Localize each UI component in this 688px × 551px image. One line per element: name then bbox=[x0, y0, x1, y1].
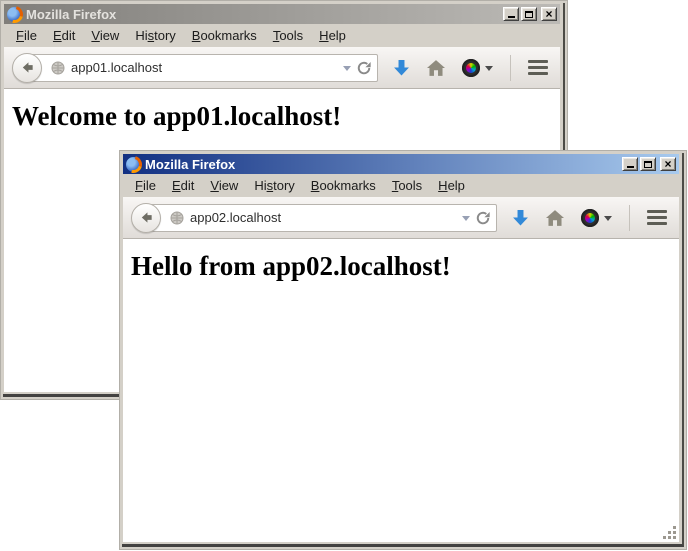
dropdown-arrow-icon bbox=[485, 66, 493, 75]
urlbar-dropdown-icon[interactable] bbox=[462, 216, 470, 225]
window-controls: × bbox=[503, 7, 557, 21]
minimize-icon bbox=[627, 166, 634, 168]
reload-icon bbox=[357, 61, 371, 75]
url-text[interactable]: app02.localhost bbox=[190, 210, 456, 225]
page-content: Hello from app02.localhost! bbox=[123, 239, 679, 542]
menu-bar: FileEditViewHistoryBookmarksToolsHelp bbox=[123, 174, 679, 197]
toolbar-separator bbox=[510, 55, 511, 81]
minimize-button[interactable] bbox=[503, 7, 519, 21]
home-icon bbox=[546, 210, 564, 226]
url-text[interactable]: app01.localhost bbox=[71, 60, 337, 75]
globe-icon bbox=[170, 211, 184, 225]
home-button[interactable] bbox=[546, 210, 564, 226]
menu-button[interactable] bbox=[528, 59, 548, 76]
menu-item-tools[interactable]: Tools bbox=[265, 25, 311, 46]
desktop: { "back_window": { "title": "Mozilla Fir… bbox=[0, 0, 688, 551]
window-controls: × bbox=[622, 157, 676, 171]
window-frame: Mozilla Firefox × FileEditViewHistoryBoo… bbox=[122, 153, 684, 547]
navigation-toolbar: app02.localhost bbox=[123, 197, 679, 239]
home-button[interactable] bbox=[427, 60, 445, 76]
navigation-toolbar: app01.localhost bbox=[4, 47, 560, 89]
menu-item-edit[interactable]: Edit bbox=[45, 25, 83, 46]
back-arrow-icon bbox=[139, 210, 154, 225]
maximize-icon bbox=[644, 161, 652, 168]
home-icon bbox=[427, 60, 445, 76]
maximize-icon bbox=[525, 11, 533, 18]
url-bar[interactable]: app02.localhost bbox=[147, 204, 497, 232]
menu-item-edit[interactable]: Edit bbox=[164, 175, 202, 196]
minimize-button[interactable] bbox=[622, 157, 638, 171]
reload-icon bbox=[476, 211, 490, 225]
title-bar[interactable]: Mozilla Firefox × bbox=[4, 4, 560, 24]
toolbar-separator bbox=[629, 205, 630, 231]
menu-item-history[interactable]: History bbox=[246, 175, 302, 196]
minimize-icon bbox=[508, 16, 515, 18]
maximize-button[interactable] bbox=[521, 7, 537, 21]
download-button[interactable] bbox=[512, 209, 529, 227]
close-button[interactable]: × bbox=[541, 7, 557, 21]
menu-item-bookmarks[interactable]: Bookmarks bbox=[184, 25, 265, 46]
url-bar[interactable]: app01.localhost bbox=[28, 54, 378, 82]
resize-grip[interactable] bbox=[663, 526, 677, 540]
menu-item-bookmarks[interactable]: Bookmarks bbox=[303, 175, 384, 196]
menu-item-history[interactable]: History bbox=[127, 25, 183, 46]
title-bar[interactable]: Mozilla Firefox × bbox=[123, 154, 679, 174]
hamburger-icon bbox=[528, 59, 548, 76]
browser-window-app02: Mozilla Firefox × FileEditViewHistoryBoo… bbox=[120, 151, 686, 549]
download-icon bbox=[393, 59, 410, 77]
download-button[interactable] bbox=[393, 59, 410, 77]
hamburger-icon bbox=[647, 209, 667, 226]
color-wheel-icon bbox=[462, 59, 480, 77]
maximize-button[interactable] bbox=[640, 157, 656, 171]
menu-item-help[interactable]: Help bbox=[430, 175, 473, 196]
menu-bar: FileEditViewHistoryBookmarksToolsHelp bbox=[4, 24, 560, 47]
color-wheel-icon bbox=[581, 209, 599, 227]
window-title: Mozilla Firefox bbox=[145, 157, 618, 172]
globe-icon bbox=[51, 61, 65, 75]
firefox-logo-icon bbox=[126, 157, 141, 172]
dropdown-arrow-icon bbox=[604, 216, 612, 225]
toolbar-buttons bbox=[512, 205, 667, 231]
toolbar-buttons bbox=[393, 55, 548, 81]
menu-item-tools[interactable]: Tools bbox=[384, 175, 430, 196]
back-button[interactable] bbox=[12, 53, 42, 83]
menu-item-view[interactable]: View bbox=[83, 25, 127, 46]
firefox-logo-icon bbox=[7, 7, 22, 22]
urlbar-dropdown-icon[interactable] bbox=[343, 66, 351, 75]
close-icon: × bbox=[545, 9, 552, 19]
addon-colorwheel-button[interactable] bbox=[581, 209, 612, 227]
window-title: Mozilla Firefox bbox=[26, 7, 499, 22]
reload-button[interactable] bbox=[476, 211, 490, 225]
close-icon: × bbox=[664, 159, 671, 169]
menu-item-help[interactable]: Help bbox=[311, 25, 354, 46]
reload-button[interactable] bbox=[357, 61, 371, 75]
menu-button[interactable] bbox=[647, 209, 667, 226]
menu-item-file[interactable]: File bbox=[8, 25, 45, 46]
download-icon bbox=[512, 209, 529, 227]
back-arrow-icon bbox=[20, 60, 35, 75]
menu-item-file[interactable]: File bbox=[127, 175, 164, 196]
page-heading: Welcome to app01.localhost! bbox=[12, 101, 552, 132]
menu-item-view[interactable]: View bbox=[202, 175, 246, 196]
close-button[interactable]: × bbox=[660, 157, 676, 171]
addon-colorwheel-button[interactable] bbox=[462, 59, 493, 77]
back-button[interactable] bbox=[131, 203, 161, 233]
page-heading: Hello from app02.localhost! bbox=[131, 251, 671, 282]
